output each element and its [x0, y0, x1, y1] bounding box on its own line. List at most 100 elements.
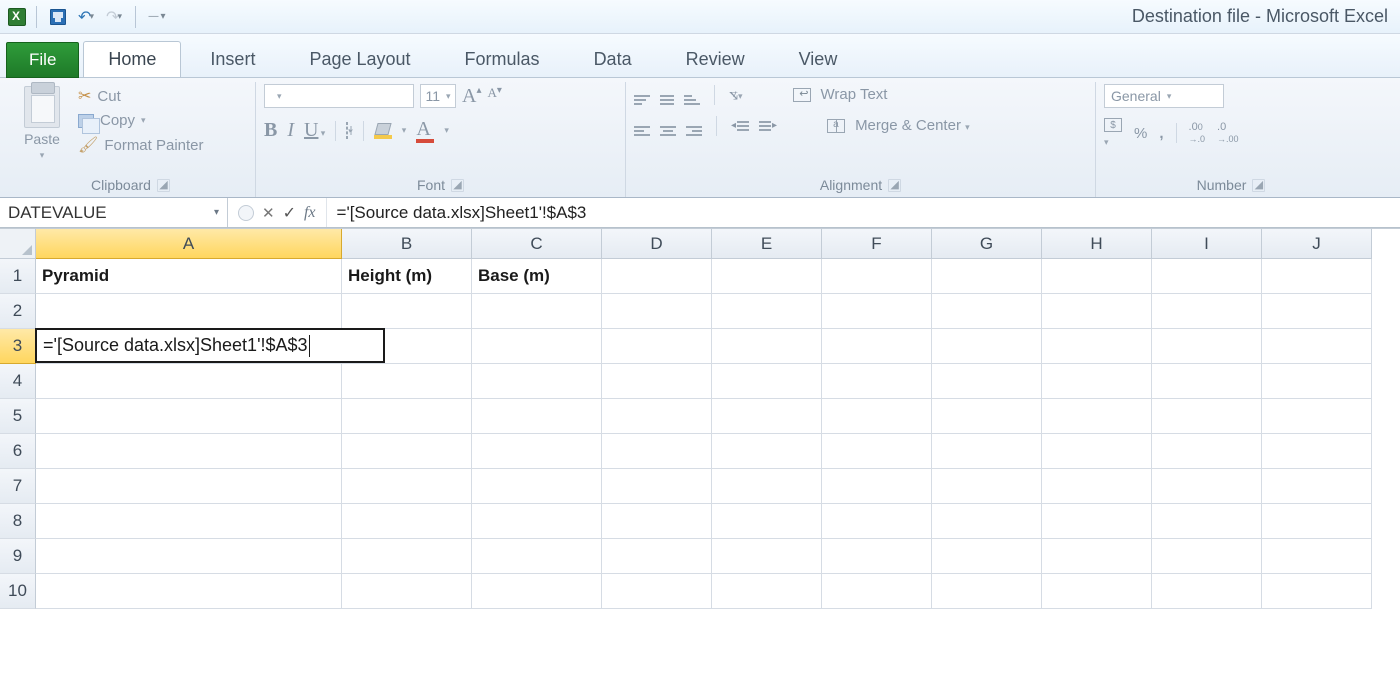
cell-G4[interactable]: [932, 364, 1042, 399]
cell-E9[interactable]: [712, 539, 822, 574]
decrease-indent-button[interactable]: ◂: [731, 120, 749, 131]
cell-J7[interactable]: [1262, 469, 1372, 504]
row-header-7[interactable]: 7: [0, 469, 36, 504]
cell-G9[interactable]: [932, 539, 1042, 574]
align-left-button[interactable]: [634, 115, 650, 136]
cell-H3[interactable]: [1042, 329, 1152, 364]
fill-color-button[interactable]: [374, 123, 392, 139]
italic-button[interactable]: I: [287, 119, 294, 142]
cell-A6[interactable]: [36, 434, 342, 469]
col-header-F[interactable]: F: [822, 229, 932, 259]
accounting-format-button[interactable]: $▾: [1104, 118, 1122, 148]
cell-A9[interactable]: [36, 539, 342, 574]
cell-F1[interactable]: [822, 259, 932, 294]
cell-J10[interactable]: [1262, 574, 1372, 609]
font-size-combo[interactable]: 11▾: [420, 84, 456, 108]
cell-D1[interactable]: [602, 259, 712, 294]
qat-undo-button[interactable]: ↶▾: [75, 6, 97, 28]
spreadsheet-grid[interactable]: A B C D E F G H I J 1 Pyramid Height (m)…: [0, 228, 1400, 609]
col-header-H[interactable]: H: [1042, 229, 1152, 259]
cell-F5[interactable]: [822, 399, 932, 434]
cell-D2[interactable]: [602, 294, 712, 329]
cell-I4[interactable]: [1152, 364, 1262, 399]
row-header-3[interactable]: 3: [0, 329, 36, 364]
align-bottom-button[interactable]: [684, 84, 700, 105]
cell-D7[interactable]: [602, 469, 712, 504]
copy-button[interactable]: Copy ▾: [78, 112, 204, 129]
cell-B8[interactable]: [342, 504, 472, 539]
cell-A2[interactable]: [36, 294, 342, 329]
tab-page-layout[interactable]: Page Layout: [284, 41, 435, 77]
chevron-down-icon[interactable]: ▾: [402, 125, 407, 136]
cancel-edit-button[interactable]: ✕: [262, 204, 275, 222]
cell-H4[interactable]: [1042, 364, 1152, 399]
row-header-6[interactable]: 6: [0, 434, 36, 469]
row-header-9[interactable]: 9: [0, 539, 36, 574]
cell-A4[interactable]: [36, 364, 342, 399]
name-box[interactable]: DATEVALUE ▾: [0, 198, 228, 227]
cell-C6[interactable]: [472, 434, 602, 469]
merge-center-button[interactable]: Merge & Center ▾: [855, 117, 970, 134]
col-header-I[interactable]: I: [1152, 229, 1262, 259]
cell-G2[interactable]: [932, 294, 1042, 329]
wrap-text-button[interactable]: Wrap Text: [821, 86, 888, 103]
cell-J5[interactable]: [1262, 399, 1372, 434]
redo-dropdown-icon[interactable]: ▾: [117, 11, 122, 22]
cell-I6[interactable]: [1152, 434, 1262, 469]
cell-D4[interactable]: [602, 364, 712, 399]
row-header-2[interactable]: 2: [0, 294, 36, 329]
row-header-5[interactable]: 5: [0, 399, 36, 434]
insert-function-button[interactable]: fx: [304, 204, 316, 222]
tab-formulas[interactable]: Formulas: [440, 41, 565, 77]
cell-H2[interactable]: [1042, 294, 1152, 329]
cell-I2[interactable]: [1152, 294, 1262, 329]
bold-button[interactable]: B: [264, 119, 277, 142]
cell-B4[interactable]: [342, 364, 472, 399]
cell-J6[interactable]: [1262, 434, 1372, 469]
cell-F2[interactable]: [822, 294, 932, 329]
alignment-dialog-launcher[interactable]: ◢: [888, 179, 901, 192]
cell-F4[interactable]: [822, 364, 932, 399]
increase-decimal-button[interactable]: .00→.0: [1189, 121, 1206, 145]
decrease-font-button[interactable]: A▾: [487, 85, 501, 108]
cell-E8[interactable]: [712, 504, 822, 539]
cell-I7[interactable]: [1152, 469, 1262, 504]
select-all-corner[interactable]: [0, 229, 36, 259]
tab-home[interactable]: Home: [83, 41, 181, 77]
align-center-button[interactable]: [660, 115, 676, 136]
cell-F8[interactable]: [822, 504, 932, 539]
number-format-combo[interactable]: General▾: [1104, 84, 1224, 108]
cell-E1[interactable]: [712, 259, 822, 294]
cell-editor[interactable]: ='[Source data.xlsx]Sheet1'!$A$3: [35, 328, 385, 363]
qat-save-button[interactable]: [47, 6, 69, 28]
cell-C4[interactable]: [472, 364, 602, 399]
cell-H9[interactable]: [1042, 539, 1152, 574]
tab-data[interactable]: Data: [569, 41, 657, 77]
cell-B5[interactable]: [342, 399, 472, 434]
cell-I10[interactable]: [1152, 574, 1262, 609]
cell-G10[interactable]: [932, 574, 1042, 609]
col-header-A[interactable]: A: [36, 229, 342, 259]
cell-F6[interactable]: [822, 434, 932, 469]
cell-I1[interactable]: [1152, 259, 1262, 294]
cell-A1[interactable]: Pyramid: [36, 259, 342, 294]
tab-insert[interactable]: Insert: [185, 41, 280, 77]
cell-H1[interactable]: [1042, 259, 1152, 294]
borders-button[interactable]: ▾: [346, 123, 353, 139]
cell-A5[interactable]: [36, 399, 342, 434]
cell-B1[interactable]: Height (m): [342, 259, 472, 294]
align-right-button[interactable]: [686, 115, 702, 136]
cell-G8[interactable]: [932, 504, 1042, 539]
tab-file[interactable]: File: [6, 42, 79, 78]
cell-G5[interactable]: [932, 399, 1042, 434]
cell-B7[interactable]: [342, 469, 472, 504]
cell-G7[interactable]: [932, 469, 1042, 504]
col-header-E[interactable]: E: [712, 229, 822, 259]
qat-redo-button[interactable]: ↷▾: [103, 6, 125, 28]
cell-C8[interactable]: [472, 504, 602, 539]
undo-dropdown-icon[interactable]: ▾: [89, 11, 94, 22]
cell-E3[interactable]: [712, 329, 822, 364]
cell-E5[interactable]: [712, 399, 822, 434]
col-header-C[interactable]: C: [472, 229, 602, 259]
cell-C1[interactable]: Base (m): [472, 259, 602, 294]
